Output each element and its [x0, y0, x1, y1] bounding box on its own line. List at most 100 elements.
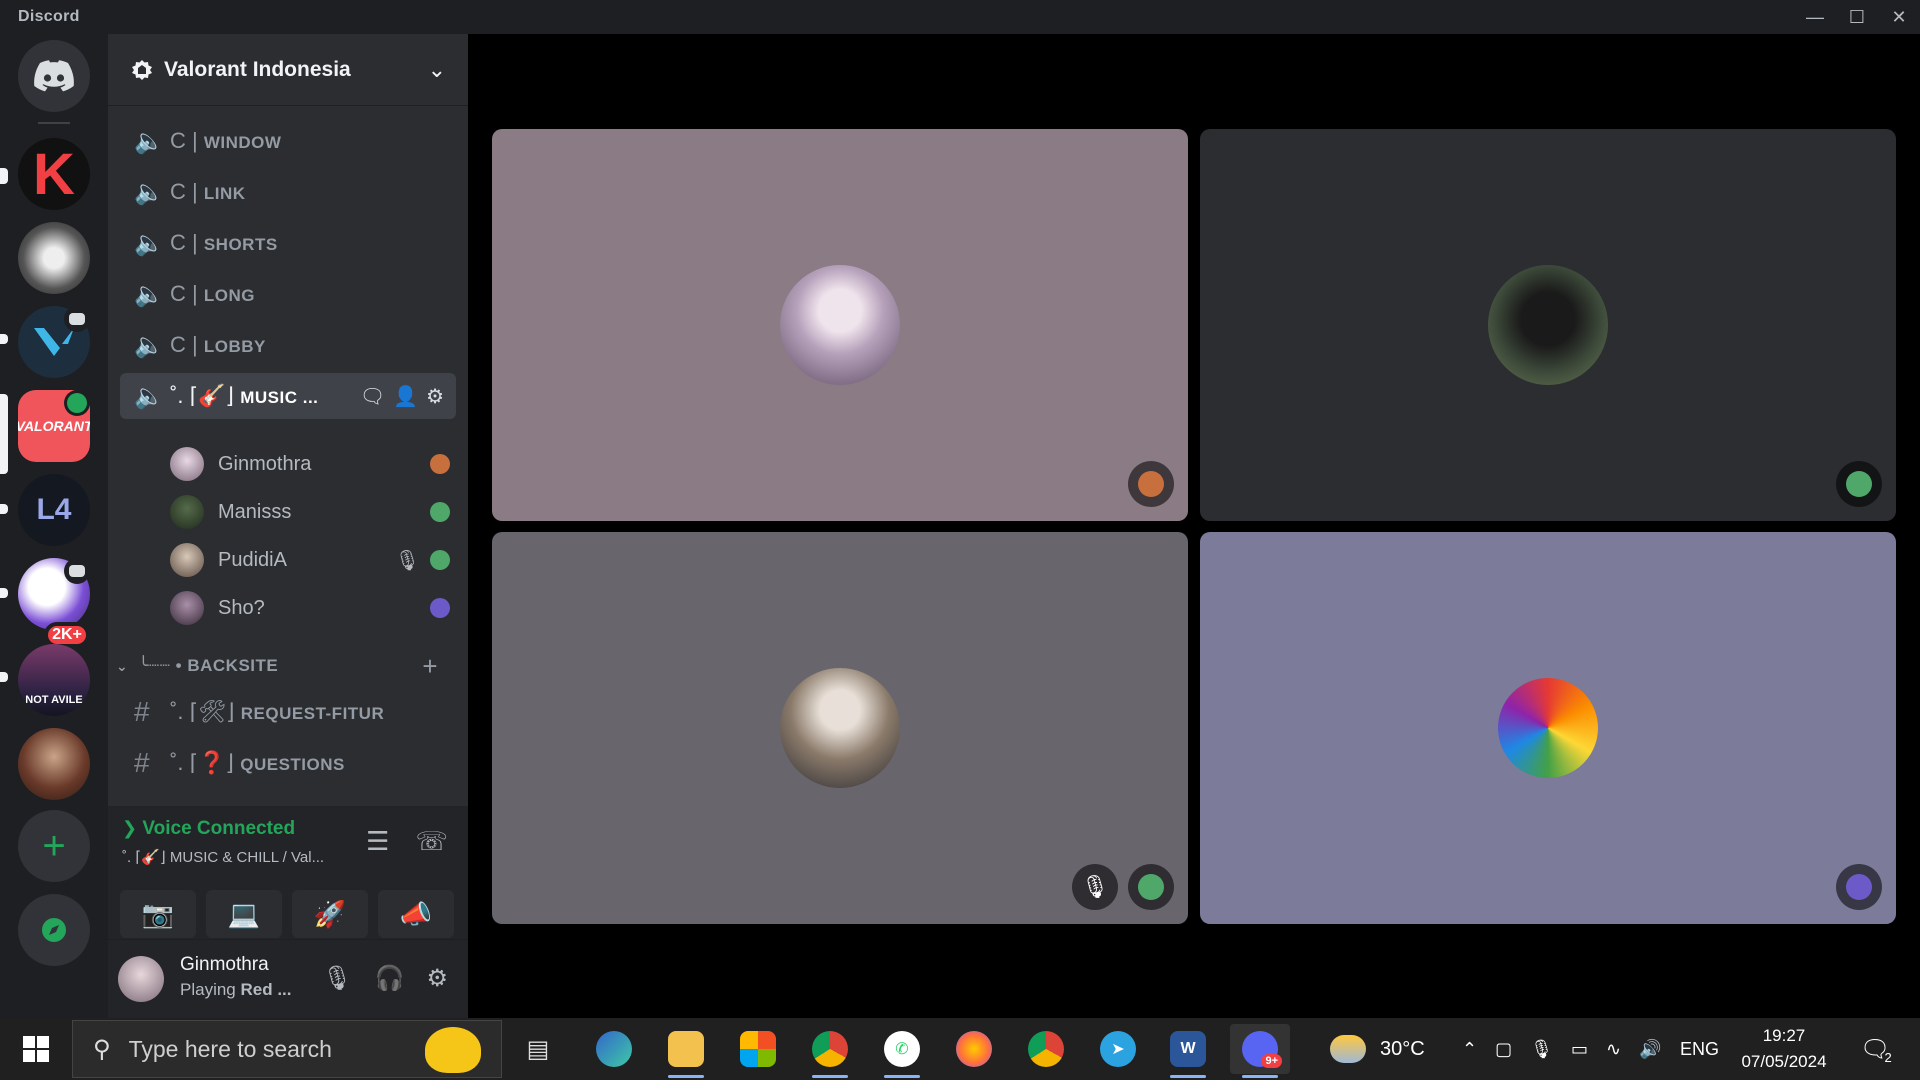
- voice-status-text: Voice Connected: [142, 818, 296, 839]
- activity-icon: [1846, 471, 1872, 497]
- microphone-icon[interactable]: 🎙: [322, 964, 352, 993]
- avatar: [780, 668, 900, 788]
- taskbar-task-view[interactable]: ▤: [508, 1024, 568, 1074]
- voice-channel-music-active[interactable]: 🔈 ˚. ⌈🎸⌋ MUSIC ... 🗨 👤 ⚙: [120, 373, 456, 419]
- channel-prefix: ˚. ⌈🎸⌋: [170, 383, 235, 408]
- avatar[interactable]: [118, 956, 164, 1002]
- avatar: [780, 265, 900, 385]
- taskbar-whatsapp[interactable]: ✆: [872, 1024, 932, 1078]
- soundboard-icon: 📣: [399, 898, 433, 929]
- start-button[interactable]: [12, 1018, 60, 1080]
- taskbar-chrome-2[interactable]: [1016, 1024, 1076, 1074]
- gear-icon[interactable]: ⚙: [426, 964, 448, 993]
- voice-user[interactable]: Manisss: [170, 492, 460, 532]
- voice-user[interactable]: Sho?: [170, 588, 460, 628]
- meet-now-icon[interactable]: ▢: [1495, 1039, 1512, 1060]
- voice-channel-window[interactable]: 🔈 C | WINDOW: [120, 118, 456, 164]
- chat-bubble-icon[interactable]: 🗨: [360, 384, 385, 409]
- text-channel-questions[interactable]: # ˚. ⌈❓⌋ QUESTIONS: [120, 740, 456, 786]
- voice-channel-link[interactable]: ˚. ⌈🎸⌋ MUSIC & CHILL / Val...: [122, 848, 324, 866]
- guild-header[interactable]: Valorant Indonesia ⌄: [108, 34, 468, 106]
- soundboard-button[interactable]: 📣: [378, 890, 454, 938]
- speaker-icon: 🔈: [134, 229, 164, 257]
- minimize-button[interactable]: —: [1794, 0, 1836, 34]
- voice-user[interactable]: Ginmothra: [170, 444, 460, 484]
- community-icon: [132, 59, 152, 80]
- activities-button[interactable]: 🚀: [292, 890, 368, 938]
- voice-channel-link[interactable]: 🔈 C | LINK: [120, 169, 456, 215]
- headphones-icon[interactable]: 🎧: [375, 964, 405, 993]
- server-k-letter: K: [33, 141, 75, 207]
- taskbar-word[interactable]: W: [1158, 1024, 1218, 1078]
- taskbar-file-explorer[interactable]: [656, 1024, 716, 1078]
- taskbar-chrome-1[interactable]: [800, 1024, 860, 1078]
- chevron-down-icon: ⌄: [116, 657, 129, 674]
- battery-icon[interactable]: ▭: [1571, 1039, 1588, 1060]
- activity-icon: [1138, 874, 1164, 900]
- wifi-icon[interactable]: ∿: [1606, 1039, 1621, 1060]
- direct-messages-button[interactable]: [18, 40, 90, 112]
- voice-tile[interactable]: [1200, 532, 1896, 924]
- avatar: [170, 543, 204, 577]
- weather-widget[interactable]: 30°C: [1330, 1018, 1425, 1080]
- user-name: Ginmothra: [180, 954, 269, 975]
- activity-icon: [430, 454, 450, 474]
- notification-count: 2: [1884, 1049, 1892, 1065]
- server-separator: [38, 122, 70, 124]
- server-icon-lost-archive[interactable]: L4: [18, 474, 90, 546]
- maximize-button[interactable]: ☐: [1836, 0, 1878, 34]
- channel-prefix: ˚. ⌈🛠⌋: [170, 699, 235, 724]
- invite-user-icon[interactable]: 👤: [393, 384, 418, 409]
- speaker-icon: 🔈: [134, 178, 164, 206]
- edge-icon: [596, 1031, 632, 1067]
- microphone-icon[interactable]: 🎙: [1530, 1039, 1553, 1060]
- explore-servers-button[interactable]: [18, 894, 90, 966]
- category-backsite[interactable]: ⌄ ╰┈┈ • BACKSITE +: [116, 651, 466, 681]
- clock[interactable]: 19:27 07/05/2024: [1736, 1018, 1832, 1080]
- taskbar-store[interactable]: [728, 1024, 788, 1074]
- camera-toggle-button[interactable]: 📷: [120, 890, 196, 938]
- taskbar-discord[interactable]: 9+: [1230, 1024, 1290, 1078]
- voice-channel-shorts[interactable]: 🔈 C | SHORTS: [120, 220, 456, 266]
- voice-user-name: PudidiA: [218, 548, 287, 571]
- taskbar-search[interactable]: ⚲ Type here to search: [72, 1020, 502, 1078]
- server-icon-k[interactable]: K: [18, 138, 90, 210]
- voice-channel-lobby[interactable]: 🔈 C | LOBBY: [120, 322, 456, 368]
- noise-suppression-icon[interactable]: ☰: [366, 826, 389, 857]
- close-window-button[interactable]: ✕: [1878, 0, 1920, 34]
- add-server-button[interactable]: +: [18, 810, 90, 882]
- screen-share-button[interactable]: 💻: [206, 890, 282, 938]
- voice-tile[interactable]: [492, 129, 1188, 521]
- speaker-icon: 🔈: [134, 382, 164, 410]
- chevron-up-icon[interactable]: ⌃: [1462, 1039, 1477, 1060]
- disconnect-icon[interactable]: ☏: [415, 826, 448, 857]
- taskbar-edge[interactable]: [584, 1024, 644, 1074]
- volume-icon[interactable]: 🔊: [1639, 1039, 1661, 1060]
- notification-center-button[interactable]: 🗨 2: [1860, 1018, 1892, 1080]
- server-icon-notavile[interactable]: NOT AVILE: [18, 644, 90, 716]
- server-icon-photo[interactable]: [18, 728, 90, 800]
- discord-logo-icon: [34, 60, 74, 92]
- taskbar-telegram[interactable]: ➤: [1088, 1024, 1148, 1074]
- voice-status[interactable]: ❯ Voice Connected: [122, 818, 295, 840]
- rocket-icon: 🚀: [313, 898, 347, 929]
- screen-share-indicator: [64, 306, 90, 332]
- category-name: ╰┈┈ • BACKSITE: [138, 656, 279, 675]
- channel-name: LINK: [203, 184, 246, 203]
- voice-tile[interactable]: [1200, 129, 1896, 521]
- taskbar-firefox[interactable]: [944, 1024, 1004, 1074]
- voice-user[interactable]: PudidiA 🎙: [170, 540, 460, 580]
- user-panel: Ginmothra Playing Red ... 🎙 🎧 ⚙: [108, 940, 468, 1018]
- activity-icon: [430, 502, 450, 522]
- create-channel-icon[interactable]: +: [422, 651, 438, 682]
- activity-icon: [430, 598, 450, 618]
- channel-name: REQUEST-FITUR: [240, 704, 385, 723]
- window-controls: — ☐ ✕: [1794, 0, 1920, 34]
- text-channel-request-fitur[interactable]: # ˚. ⌈🛠⌋ REQUEST-FITUR: [120, 689, 456, 735]
- gear-icon[interactable]: ⚙: [426, 384, 444, 409]
- server-icon-manga[interactable]: [18, 222, 90, 294]
- voice-tile[interactable]: 🎙: [492, 532, 1188, 924]
- voice-channel-long[interactable]: 🔈 C | LONG: [120, 271, 456, 317]
- language-indicator[interactable]: ENG: [1680, 1018, 1719, 1080]
- clock-date: 07/05/2024: [1741, 1052, 1827, 1071]
